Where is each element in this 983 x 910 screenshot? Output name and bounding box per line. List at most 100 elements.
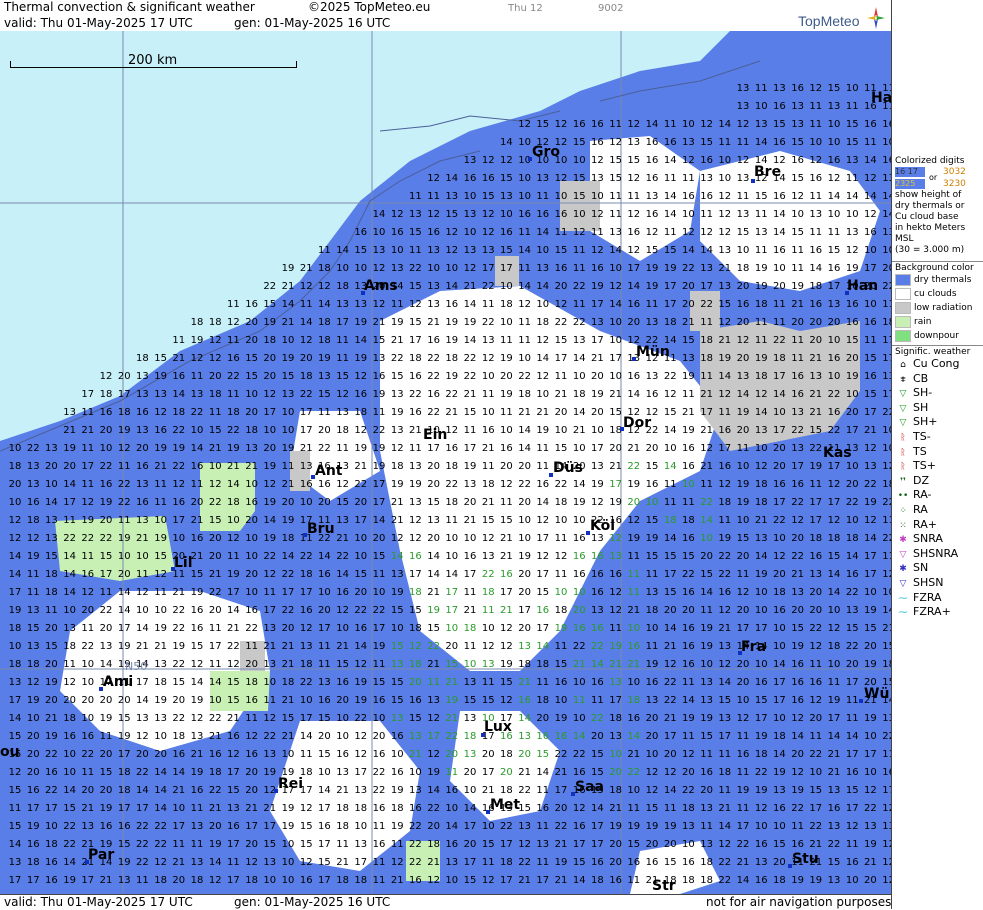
thermal-height-digit: 17 bbox=[591, 839, 604, 850]
thermal-height-digit: 20 bbox=[263, 353, 276, 364]
thermal-height-digit: 12 bbox=[682, 749, 695, 760]
legend-colorized-desc: show height of dry thermals or Cu cloud … bbox=[895, 190, 966, 255]
thermal-height-digit: 20 bbox=[791, 749, 804, 760]
thermal-height-digit: 17 bbox=[427, 443, 440, 454]
thermal-map[interactable]: 1311131612151011111310161311131116111215… bbox=[0, 31, 891, 894]
thermal-height-digit: 20 bbox=[354, 587, 367, 598]
thermal-height-digit: 14 bbox=[445, 173, 458, 184]
thermal-height-digit: 11 bbox=[882, 515, 891, 526]
rain-heavy-icon: ⁙ bbox=[899, 520, 907, 531]
thermal-height-digit: 21 bbox=[609, 389, 622, 400]
thermal-height-digit: 21 bbox=[136, 641, 149, 652]
thermal-height-digit: 11 bbox=[846, 839, 859, 850]
thermal-height-digit: 18 bbox=[482, 479, 495, 490]
thermal-height-digit: 12 bbox=[354, 371, 367, 382]
thermal-height-digit: 22 bbox=[882, 407, 891, 418]
thermal-height-digit: 11 bbox=[518, 227, 531, 238]
thermal-height-digit: 10 bbox=[773, 623, 786, 634]
thermal-height-digit: 20 bbox=[245, 335, 258, 346]
thermal-height-digit: 22 bbox=[627, 767, 640, 778]
thermal-height-digit: 14 bbox=[191, 677, 204, 688]
thermal-height-digit: 12 bbox=[737, 713, 750, 724]
thermal-height-digit: 16 bbox=[682, 641, 695, 652]
thermal-height-digit: 10 bbox=[555, 695, 568, 706]
thermal-height-digit: 15 bbox=[755, 695, 768, 706]
thermal-height-digit: 15 bbox=[118, 839, 131, 850]
thermal-height-digit: 11 bbox=[755, 209, 768, 220]
thermal-height-digit: 10 bbox=[664, 443, 677, 454]
thermal-height-digit: 18 bbox=[154, 875, 167, 886]
thermal-height-digit: 14 bbox=[609, 299, 622, 310]
thermal-height-digit: 11 bbox=[191, 479, 204, 490]
thermal-height-digit: 22 bbox=[555, 317, 568, 328]
thermal-height-digit: 12 bbox=[191, 713, 204, 724]
thermal-height-digit: 16 bbox=[682, 587, 695, 598]
thermal-height-digit: 12 bbox=[809, 83, 822, 94]
thermal-height-digit: 13 bbox=[81, 821, 94, 832]
topmeteo-logo[interactable]: TopMeteo bbox=[796, 6, 888, 30]
thermal-height-digit: 10 bbox=[282, 335, 295, 346]
thermal-height-digit: 14 bbox=[682, 695, 695, 706]
thermal-height-digit: 15 bbox=[664, 245, 677, 256]
thermal-height-digit: 21 bbox=[464, 515, 477, 526]
thermal-height-digit: 13 bbox=[627, 137, 640, 148]
thermal-height-digit: 22 bbox=[136, 857, 149, 868]
thermal-height-digit: 13 bbox=[409, 731, 422, 742]
thermal-height-digit: 19 bbox=[118, 857, 131, 868]
thermal-height-digit: 17 bbox=[573, 839, 586, 850]
thermal-height-digit: 19 bbox=[373, 443, 386, 454]
thermal-height-digit: 16 bbox=[373, 371, 386, 382]
thermal-height-digit: 22 bbox=[809, 443, 822, 454]
thermal-height-digit: 21 bbox=[609, 659, 622, 670]
thermal-height-digit: 15 bbox=[209, 425, 222, 436]
thermal-height-digit: 18 bbox=[318, 263, 331, 274]
thermal-height-digit: 22 bbox=[427, 803, 440, 814]
thermal-height-digit: 22 bbox=[81, 533, 94, 544]
thermal-height-digit: 15 bbox=[282, 713, 295, 724]
thermal-height-digit: 12 bbox=[882, 461, 891, 472]
thermal-height-digit: 21 bbox=[445, 677, 458, 688]
thermal-height-digit: 19 bbox=[263, 317, 276, 328]
thermal-height-digit: 11 bbox=[591, 695, 604, 706]
thermal-height-digit: 12 bbox=[755, 803, 768, 814]
thermal-height-digit: 12 bbox=[245, 857, 258, 868]
thermal-height-digit: 22 bbox=[864, 479, 877, 490]
thermal-height-digit: 16 bbox=[846, 767, 859, 778]
thermal-height-digit: 11 bbox=[646, 299, 659, 310]
thermal-height-digit: 10 bbox=[755, 605, 768, 616]
thermal-height-digit: 11 bbox=[809, 731, 822, 742]
thermal-height-digit: 21 bbox=[809, 353, 822, 364]
thermal-height-digit: 12 bbox=[700, 227, 713, 238]
sample-orange-digits-2: 3230 bbox=[943, 179, 966, 189]
legend-weather-title: Signific. weather bbox=[895, 347, 971, 357]
thermal-height-digit: 12 bbox=[27, 677, 40, 688]
thermal-height-digit: 20 bbox=[737, 353, 750, 364]
thermal-height-digit: 16 bbox=[646, 173, 659, 184]
thermal-height-digit: 18 bbox=[445, 497, 458, 508]
thermal-height-digit: 15 bbox=[445, 659, 458, 670]
thermal-height-digit: 16 bbox=[718, 461, 731, 472]
thermal-height-digit: 22 bbox=[464, 353, 477, 364]
thermal-height-digit: 15 bbox=[409, 605, 422, 616]
thermal-height-digit: 11 bbox=[700, 821, 713, 832]
thermal-height-digit: 12 bbox=[627, 515, 640, 526]
thermal-height-digit: 16 bbox=[882, 767, 891, 778]
thermal-height-digit: 22 bbox=[209, 497, 222, 508]
thermal-height-digit: 20 bbox=[700, 785, 713, 796]
thermal-height-digit: 11 bbox=[700, 749, 713, 760]
thermal-height-digit: 19 bbox=[9, 605, 22, 616]
thermal-height-digit: 17 bbox=[209, 641, 222, 652]
thermal-height-digit: 20 bbox=[427, 821, 440, 832]
thermal-height-digit: 21 bbox=[81, 425, 94, 436]
thermal-height-digit: 20 bbox=[627, 317, 640, 328]
thermal-height-digit: 11 bbox=[81, 551, 94, 562]
thermal-height-digit: 14 bbox=[882, 209, 891, 220]
thermal-height-digit: 16 bbox=[755, 839, 768, 850]
thermal-height-digit: 20 bbox=[809, 317, 822, 328]
thermal-height-digit: 11 bbox=[373, 821, 386, 832]
thermal-height-digit: 11 bbox=[882, 299, 891, 310]
thermal-height-digit: 10 bbox=[336, 623, 349, 634]
thermal-height-digit: 22 bbox=[27, 443, 40, 454]
thermal-height-digit: 21 bbox=[791, 299, 804, 310]
thermal-height-digit: 15 bbox=[300, 821, 313, 832]
